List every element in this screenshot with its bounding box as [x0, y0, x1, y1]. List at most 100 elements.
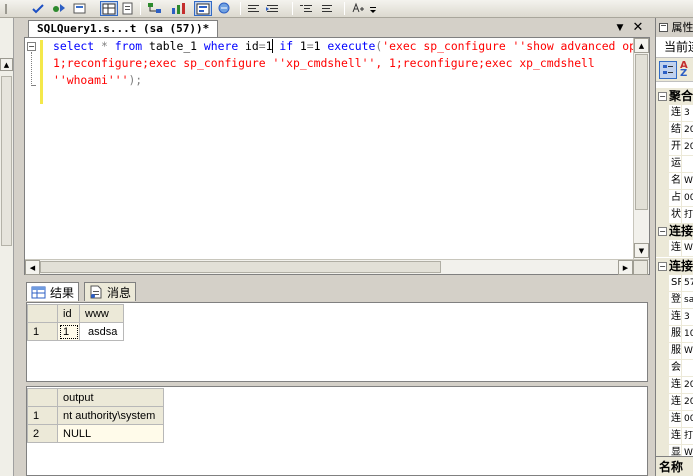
code-token: from — [114, 39, 143, 53]
close-icon[interactable]: ✕ — [631, 20, 645, 35]
property-value: 打 — [684, 210, 693, 220]
property-row[interactable]: 开始20 — [656, 139, 693, 156]
property-row[interactable]: 占用00 — [656, 190, 693, 207]
scroll-right-arrow-icon[interactable]: ▶ — [618, 260, 633, 275]
property-category-label: 连接详 — [669, 259, 693, 273]
grid-corner-cell[interactable] — [27, 304, 58, 323]
property-row[interactable]: 名称WI — [656, 173, 693, 190]
row-number-cell[interactable]: 1 — [27, 406, 58, 425]
editor-horizontal-scrollbar[interactable]: ◀ ▶ — [25, 259, 649, 275]
property-category[interactable]: − 连接 — [656, 223, 693, 240]
include-plan-icon[interactable] — [146, 1, 164, 16]
result-table-1: id www 1 1 asdsa — [27, 304, 124, 341]
result-grid-2[interactable]: output 1 nt authority\system 2 NULL — [26, 386, 648, 476]
table-row: 1 1 asdsa — [27, 322, 124, 341]
grid-cell[interactable]: NULL — [57, 424, 164, 443]
table-row: 2 NULL — [27, 424, 164, 443]
property-row[interactable]: 状态打 — [656, 207, 693, 224]
align-right-icon[interactable] — [264, 1, 280, 16]
tab-list-dropdown-icon[interactable]: ▼ — [613, 21, 627, 35]
property-value: 3 — [684, 312, 690, 322]
results-to-grid-icon[interactable] — [100, 1, 118, 16]
property-name: 连接 — [670, 240, 682, 256]
property-row[interactable]: 服务10 — [656, 326, 693, 343]
property-row[interactable]: 连接WI — [656, 240, 693, 257]
categorized-icon[interactable] — [659, 61, 677, 79]
property-row[interactable]: 连接00 — [656, 411, 693, 428]
property-value: 20 — [684, 380, 693, 390]
result-table-2: output 1 nt authority\system 2 NULL — [27, 388, 164, 443]
code-text-area[interactable]: select * from table_1 where id=1 if 1=1 … — [53, 38, 633, 260]
property-value: 00 — [684, 193, 693, 203]
result-grid-1[interactable]: id www 1 1 asdsa — [26, 302, 648, 382]
tab-messages[interactable]: 消息 — [84, 282, 137, 301]
toolbar-separator — [240, 2, 241, 15]
property-row[interactable]: 连接20 — [656, 394, 693, 411]
property-category-label: 聚合状态 — [669, 89, 693, 103]
left-scroll-thumb[interactable] — [1, 76, 12, 246]
property-row[interactable]: 会话 — [656, 360, 693, 377]
category-collapse-minus-icon[interactable]: − — [658, 92, 667, 101]
property-name: 连接 — [670, 411, 682, 427]
property-row[interactable]: 连接打 — [656, 428, 693, 445]
parse-checkmark-icon[interactable] — [30, 1, 46, 16]
toolbar-chevron-down-icon[interactable] — [368, 1, 378, 16]
results-to-text-icon[interactable] — [72, 1, 88, 16]
debug-icon[interactable] — [50, 1, 68, 16]
property-row[interactable]: SPID57 — [656, 275, 693, 292]
client-stats-icon[interactable] — [170, 1, 188, 16]
scroll-left-arrow-icon[interactable]: ◀ — [25, 260, 40, 275]
property-value: 20 — [684, 125, 693, 135]
properties-toolbar: AZ — [656, 58, 693, 82]
property-name: 服务 — [670, 326, 682, 342]
connect-icon[interactable] — [216, 1, 234, 16]
scroll-down-arrow-icon[interactable]: ▼ — [634, 243, 649, 258]
outline-collapse-minus-icon[interactable]: − — [27, 42, 36, 51]
property-row[interactable]: 服务WI — [656, 343, 693, 360]
row-number-cell[interactable]: 2 — [27, 424, 58, 443]
properties-title-bar[interactable]: 属性 — [656, 18, 693, 37]
scroll-up-arrow-icon[interactable]: ▲ — [634, 38, 649, 53]
unsaved-change-indicator — [40, 40, 43, 104]
scrollbar-corner — [633, 260, 648, 275]
results-to-file-icon[interactable] — [120, 1, 136, 16]
row-number-cell[interactable]: 1 — [27, 322, 58, 341]
editor-vertical-scrollbar[interactable]: ▲ ▼ — [633, 38, 649, 260]
property-row[interactable]: 运行 — [656, 156, 693, 173]
scroll-up-arrow-icon[interactable]: ▲ — [0, 58, 13, 71]
property-category[interactable]: −连接详 — [656, 258, 693, 275]
property-value: 3 — [684, 108, 690, 118]
toolbar-separator — [140, 2, 141, 15]
horizontal-scroll-thumb[interactable] — [40, 261, 441, 273]
grid-cell[interactable]: 1 — [57, 322, 80, 341]
tab-results[interactable]: 结果 — [26, 282, 80, 301]
grid-corner-cell[interactable] — [27, 388, 58, 407]
property-value: WI — [684, 176, 693, 186]
vertical-scroll-thumb[interactable] — [635, 54, 648, 210]
column-header-id[interactable]: id — [57, 304, 80, 323]
property-name: 占用 — [670, 190, 682, 206]
category-collapse-minus-icon[interactable]: − — [658, 227, 667, 236]
tab-sqlquery1[interactable]: SQLQuery1.s...t (sa (57))* — [28, 20, 219, 37]
property-category[interactable]: −聚合状态 — [656, 88, 693, 105]
align-left-icon[interactable] — [246, 1, 262, 16]
property-row[interactable]: 连接20 — [656, 377, 693, 394]
property-name: 运行 — [670, 156, 682, 172]
code-token: if — [279, 39, 294, 53]
uncomment-lines-icon[interactable] — [318, 1, 334, 16]
query-options-icon[interactable] — [194, 1, 212, 16]
property-row[interactable]: 登录sa — [656, 292, 693, 309]
code-token: * — [101, 39, 108, 53]
comment-lines-icon[interactable] — [298, 1, 314, 16]
sql-query-editor[interactable]: − select * from table_1 where id=1 if 1=… — [24, 37, 650, 275]
property-row[interactable]: 连接3 — [656, 105, 693, 122]
grid-cell[interactable]: asdsa — [79, 322, 124, 341]
column-header-output[interactable]: output — [57, 388, 164, 407]
property-row[interactable]: 结束20 — [656, 122, 693, 139]
alphabetical-az-icon[interactable]: AZ — [680, 61, 688, 79]
grid-cell[interactable]: nt authority\system — [57, 406, 164, 425]
column-header-www[interactable]: www — [79, 304, 124, 323]
property-row[interactable]: 连接3 — [656, 309, 693, 326]
specify-template-values-icon[interactable] — [350, 1, 366, 16]
category-collapse-minus-icon[interactable]: − — [658, 262, 667, 271]
